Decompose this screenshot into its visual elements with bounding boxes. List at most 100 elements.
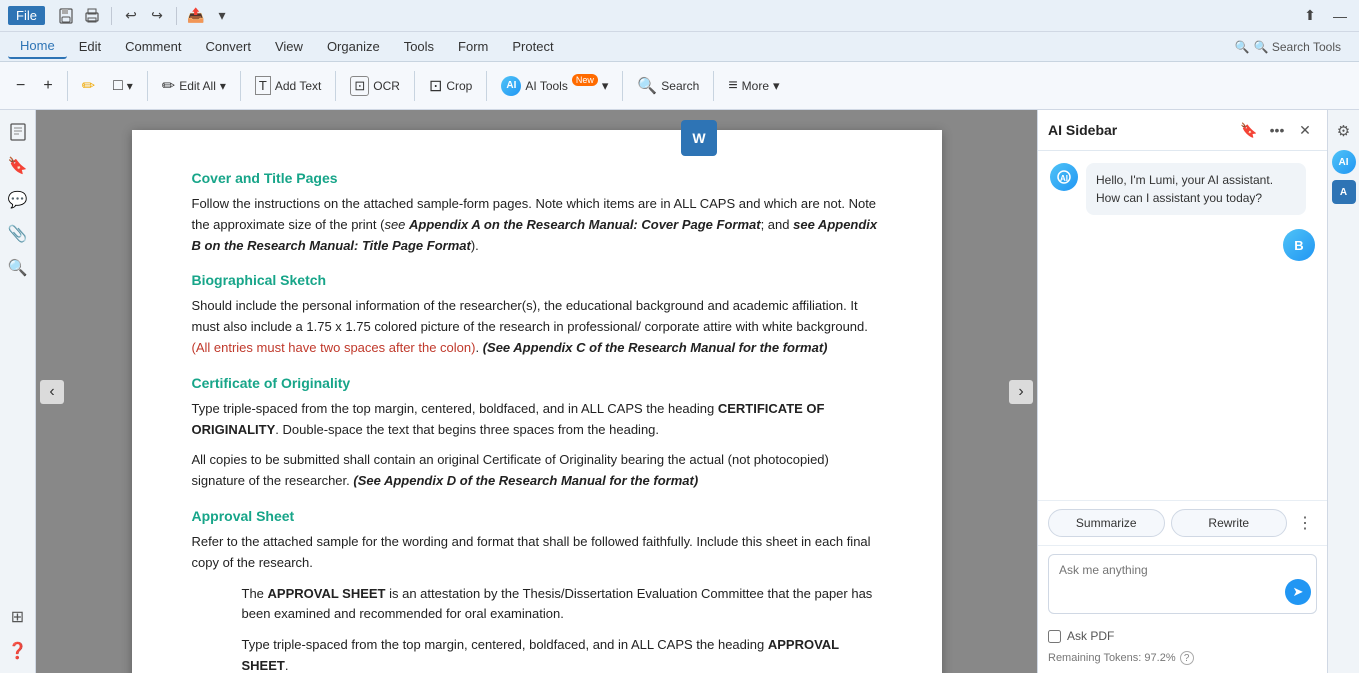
page-prev-button[interactable]: ‹	[40, 380, 64, 404]
menu-home[interactable]: Home	[8, 34, 67, 59]
shapes-arrow: ▾	[127, 79, 133, 93]
more-icon: ≡	[728, 77, 737, 95]
ai-tools-arrow: ▾	[602, 78, 609, 94]
cert-paragraph-1: Type triple-spaced from the top margin, …	[192, 399, 882, 441]
menu-view[interactable]: View	[263, 35, 315, 58]
ai-send-button[interactable]: ➤	[1285, 579, 1311, 605]
search-button[interactable]: 🔍 Search	[629, 69, 707, 103]
menu-tools[interactable]: Tools	[392, 35, 446, 58]
ai-action-buttons: Summarize Rewrite ⋮	[1038, 500, 1327, 545]
shapes-icon: □	[113, 77, 123, 95]
highlight-icon: ✏	[82, 76, 95, 96]
cert-paragraph-2: All copies to be submitted shall contain…	[192, 450, 882, 492]
edit-all-arrow: ▾	[220, 79, 226, 93]
undo-icon[interactable]: ↩	[120, 5, 142, 27]
section-approval-title: Approval Sheet	[192, 508, 882, 524]
add-text-label: Add Text	[275, 79, 321, 93]
approval-paragraph-2: The APPROVAL SHEET is an attestation by …	[242, 584, 882, 626]
more-button[interactable]: ≡ More ▾	[720, 69, 787, 103]
more-label: More	[742, 79, 769, 93]
search-tools-icon: 🔍	[1235, 40, 1250, 54]
zoom-in-button[interactable]: +	[35, 69, 60, 103]
document-page: Cover and Title Pages Follow the instruc…	[132, 130, 942, 673]
ask-pdf-row: Ask PDF	[1038, 625, 1327, 647]
cover-paragraph-1: Follow the instructions on the attached …	[192, 194, 882, 256]
zoom-out-button[interactable]: −	[8, 69, 33, 103]
edit-all-label: Edit All	[179, 79, 216, 93]
doc-area[interactable]: W Cover and Title Pages Follow the instr…	[36, 110, 1037, 673]
sidebar-comment-icon[interactable]: 💬	[4, 186, 32, 214]
ai-input-field[interactable]	[1048, 554, 1317, 614]
ai-message-lumi: AI Hello, I'm Lumi, your AI assistant. H…	[1050, 163, 1315, 215]
sidebar-search-icon[interactable]: 🔍	[4, 254, 32, 282]
toolbar-sep-5	[414, 71, 415, 101]
search-tools-label: 🔍 Search Tools	[1254, 40, 1341, 54]
ai-tools-button[interactable]: AI AI Tools New ▾	[493, 69, 616, 103]
svg-text:AI: AI	[1060, 174, 1068, 183]
rewrite-button[interactable]: Rewrite	[1171, 509, 1288, 537]
tokens-help-icon[interactable]: ?	[1180, 651, 1194, 665]
crop-icon: ⊡	[429, 76, 442, 96]
ai-more-icon[interactable]: •••	[1265, 118, 1289, 142]
redo-icon[interactable]: ↪	[146, 5, 168, 27]
sidebar-attachment-icon[interactable]: 📎	[4, 220, 32, 248]
menu-convert[interactable]: Convert	[193, 35, 263, 58]
ai-action-more-icon[interactable]: ⋮	[1293, 511, 1317, 535]
ask-pdf-checkbox[interactable]	[1048, 630, 1061, 643]
ocr-button[interactable]: ⊡ OCR	[342, 69, 408, 103]
shapes-button[interactable]: □ ▾	[105, 69, 141, 103]
more-dropdown-icon[interactable]: ▾	[211, 5, 233, 27]
file-menu[interactable]: File	[8, 6, 45, 25]
ai-close-icon[interactable]: ✕	[1293, 118, 1317, 142]
search-tools-button[interactable]: 🔍 🔍 Search Tools	[1225, 37, 1351, 57]
ai-sidebar-title: AI Sidebar	[1048, 122, 1231, 138]
ai-sidebar: AI Sidebar 🔖 ••• ✕ AI Hello, I'm Lumi, y…	[1037, 110, 1327, 673]
edit-all-button[interactable]: ✏ Edit All ▾	[154, 69, 234, 103]
search-label: Search	[661, 79, 699, 93]
ai-edge-icon[interactable]: AI	[1332, 150, 1356, 174]
ai-bookmark-icon[interactable]: 🔖	[1237, 118, 1261, 142]
toolbar-sep-4	[335, 71, 336, 101]
menu-protect[interactable]: Protect	[500, 35, 565, 58]
highlight-button[interactable]: ✏	[74, 69, 103, 103]
title-bar-icons: ↩ ↪ 📤 ▾	[55, 5, 233, 27]
crop-button[interactable]: ⊡ Crop	[421, 69, 480, 103]
word-edge-icon[interactable]: A	[1332, 180, 1356, 204]
section-bio-title: Biographical Sketch	[192, 272, 882, 288]
toolbar: − + ✏ □ ▾ ✏ Edit All ▾ T Add Text ⊡ OCR …	[0, 62, 1359, 110]
approval-paragraph-3: Type triple-spaced from the top margin, …	[242, 635, 882, 673]
summarize-button[interactable]: Summarize	[1048, 509, 1165, 537]
page-next-button[interactable]: ›	[1009, 380, 1033, 404]
share-icon[interactable]: 📤	[185, 5, 207, 27]
sidebar-page-icon[interactable]	[4, 118, 32, 146]
right-edge: ⚙ AI A	[1327, 110, 1359, 673]
menu-bar: Home Edit Comment Convert View Organize …	[0, 32, 1359, 62]
menu-form[interactable]: Form	[446, 35, 500, 58]
sidebar-layers-icon[interactable]: ⊞	[4, 603, 32, 631]
save-icon[interactable]	[55, 5, 77, 27]
zoom-in-icon: +	[43, 77, 52, 95]
bio-paragraph-1: Should include the personal information …	[192, 296, 882, 358]
add-text-icon: T	[255, 76, 271, 95]
sidebar-bookmark-icon[interactable]: 🔖	[4, 152, 32, 180]
minimize-icon[interactable]: —	[1329, 5, 1351, 27]
sidebar-help-icon[interactable]: ❓	[4, 637, 32, 665]
upload-icon[interactable]: ⬆	[1299, 5, 1321, 27]
title-separator	[111, 7, 112, 25]
menu-edit[interactable]: Edit	[67, 35, 113, 58]
menu-organize[interactable]: Organize	[315, 35, 392, 58]
toolbar-sep-7	[622, 71, 623, 101]
left-sidebar: 🔖 💬 📎 🔍 ⊞ ❓	[0, 110, 36, 673]
approval-paragraph-1: Refer to the attached sample for the wor…	[192, 532, 882, 574]
add-text-button[interactable]: T Add Text	[247, 69, 329, 103]
menu-comment[interactable]: Comment	[113, 35, 193, 58]
crop-label: Crop	[446, 79, 472, 93]
print-icon[interactable]	[81, 5, 103, 27]
title-bar: File ↩ ↪ 📤 ▾ ⬆ —	[0, 0, 1359, 32]
settings-edge-icon[interactable]: ⚙	[1331, 118, 1357, 144]
title-right: ⬆ —	[1299, 5, 1351, 27]
menu-right: 🔍 🔍 Search Tools	[1225, 37, 1351, 57]
lumi-bubble: Hello, I'm Lumi, your AI assistant. How …	[1086, 163, 1306, 215]
ai-tools-icon: AI	[501, 76, 521, 96]
word-icon: W	[681, 120, 717, 156]
